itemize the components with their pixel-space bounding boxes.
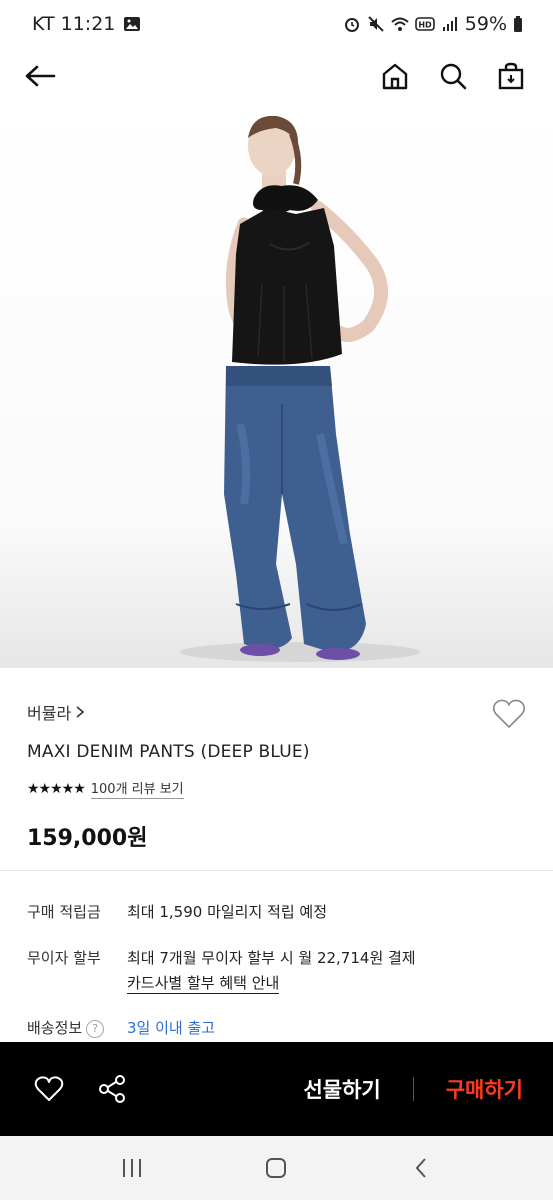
bottom-action-bar: 선물하기 구매하기 — [0, 1042, 553, 1136]
signal-icon — [441, 15, 459, 33]
model-wearing-denim-pants-image — [180, 115, 420, 662]
cart-button[interactable] — [491, 56, 531, 96]
recent-apps-icon — [123, 1159, 142, 1177]
shipping-row: 배송정보? 3일 이내 출고 — [27, 1017, 215, 1038]
installment-link-row: 카드사별 할부 혜택 안내 — [127, 972, 280, 994]
alarm-icon — [343, 15, 361, 33]
home-square-icon — [266, 1158, 287, 1178]
recent-apps-button[interactable] — [112, 1148, 152, 1188]
action-separator — [412, 1077, 414, 1101]
like-button[interactable] — [32, 1072, 66, 1106]
rating-row: ★★★★★ 100개 리뷰 보기 — [27, 778, 184, 799]
search-button[interactable] — [433, 56, 473, 96]
home-nav-button[interactable] — [256, 1148, 296, 1188]
points-row: 구매 적립금 최대 1,590 마일리지 적립 예정 — [27, 901, 327, 922]
share-icon — [99, 1075, 125, 1103]
review-link[interactable]: 100개 리뷰 보기 — [90, 778, 184, 799]
points-value: 최대 1,590 마일리지 적립 예정 — [127, 903, 328, 921]
battery-icon — [513, 15, 523, 33]
status-bar: KT 11:21 HD 59% — [0, 0, 553, 48]
app-header — [0, 48, 553, 104]
installment-label: 무이자 할부 — [27, 949, 101, 967]
points-label: 구매 적립금 — [27, 903, 101, 921]
product-info: 버뮬라 MAXI DENIM PANTS (DEEP BLUE) ★★★★★ 1… — [0, 668, 553, 868]
section-divider — [0, 870, 553, 871]
mute-icon — [367, 15, 385, 33]
back-arrow-icon — [25, 65, 56, 87]
brand-link[interactable]: 버뮬라 — [27, 700, 85, 724]
product-price: 159,000원 — [27, 826, 148, 851]
installment-value: 최대 7개월 무이자 할부 시 월 22,714원 결제 — [127, 949, 416, 967]
home-button[interactable] — [375, 56, 415, 96]
gift-button[interactable]: 선물하기 — [303, 1074, 380, 1104]
gallery-icon — [123, 15, 141, 33]
wishlist-button[interactable] — [491, 696, 527, 732]
installment-row: 무이자 할부 최대 7개월 무이자 할부 시 월 22,714원 결제 — [27, 947, 416, 968]
chevron-left-icon — [415, 1158, 426, 1178]
system-nav-bar — [0, 1136, 553, 1200]
heart-icon — [492, 699, 526, 728]
back-button[interactable] — [22, 56, 58, 96]
shipping-value: 3일 이내 출고 — [127, 1019, 216, 1037]
brand-name: 버뮬라 — [27, 704, 72, 723]
shipping-label: 배송정보 — [27, 1019, 83, 1037]
installment-benefit-link[interactable]: 카드사별 할부 혜택 안내 — [127, 972, 280, 994]
wifi-icon — [391, 15, 409, 33]
product-photo[interactable] — [0, 104, 553, 668]
shopping-bag-icon — [498, 62, 524, 90]
hd-icon: HD — [414, 15, 435, 33]
search-icon — [440, 63, 467, 90]
back-nav-button[interactable] — [401, 1148, 441, 1188]
shipping-label-wrap: 배송정보? — [27, 1017, 127, 1038]
share-button[interactable] — [96, 1072, 130, 1106]
product-title: MAXI DENIM PANTS (DEEP BLUE) — [27, 742, 310, 762]
home-icon — [382, 63, 408, 90]
chevron-right-icon — [76, 706, 85, 718]
rating-stars: ★★★★★ — [27, 780, 86, 797]
carrier-time: KT 11:21 — [32, 13, 116, 35]
svg-text:HD: HD — [418, 21, 432, 30]
help-icon[interactable]: ? — [86, 1019, 105, 1038]
buy-button[interactable]: 구매하기 — [446, 1074, 523, 1104]
battery-percent: 59% — [464, 13, 507, 35]
heart-icon — [34, 1076, 64, 1101]
